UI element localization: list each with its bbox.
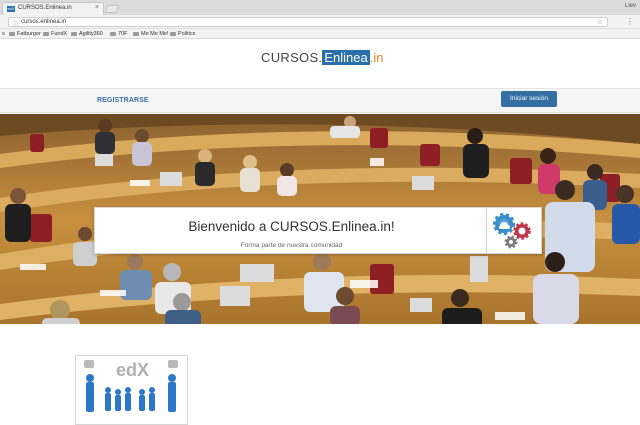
grey-gear-icon [504,235,518,249]
logo-text-in: .in [369,50,384,65]
welcome-box: Bienvenido a CURSOS.Enlinea.in! Forma pa… [94,207,487,254]
site-navbar: REGISTRARSE Iniciar sesión [0,88,640,113]
blue-gear-icon [493,213,515,235]
bookmarks-bar: s Fatburger FundX Agility360 70F Me Me M… [0,29,640,39]
bookmark-agility360[interactable]: Agility360 [71,30,103,38]
folder-icon [170,31,176,36]
bookmark-politics[interactable]: Politics [170,30,195,38]
info-icon[interactable]: ⓘ [12,19,18,28]
folder-icon [71,31,77,36]
new-tab-button[interactable] [104,5,120,13]
register-link[interactable]: REGISTRARSE [97,97,149,104]
gears-graphic [487,207,542,254]
close-tab-icon[interactable]: × [95,4,99,11]
folder-icon [43,31,49,36]
bookmark-fundx[interactable]: FundX [43,30,67,38]
bookmark-star-icon[interactable]: ☆ [597,18,603,26]
profile-name[interactable]: Liev [625,3,636,9]
tab-title: CURSOS.Enlinea.in [18,5,72,11]
bookmark-partial[interactable]: s [2,30,5,38]
browser-toolbar: ⓘ cursos.enlinea.in ☆ ⋮ [0,15,640,29]
url-text[interactable]: cursos.enlinea.in [21,19,66,25]
edx-logo-text: edX [116,360,149,380]
logo-text-cursos: CURSOS. [261,50,323,65]
browser-tab[interactable]: edX CURSOS.Enlinea.in × [2,2,104,15]
bookmark-fatburger[interactable]: Fatburger [9,30,41,38]
red-gear-icon [513,222,531,240]
edx-favicon-icon: edX [7,6,15,12]
bookmark-me-me-me[interactable]: Me Me Me! [133,30,169,38]
site-logo[interactable]: CURSOS. Enlinea .in [261,49,383,67]
welcome-subtitle: Forma parte de nuestra comunidad [240,242,343,249]
bookmark-70f[interactable]: 70F [110,30,127,38]
logo-text-enlinea: Enlinea [322,50,370,65]
welcome-title: Bienvenido a CURSOS.Enlinea.in! [188,219,395,234]
edx-community-image: edX [76,356,187,424]
folder-icon [110,31,116,36]
folder-icon [133,31,139,36]
login-button[interactable]: Iniciar sesión [501,91,557,107]
browser-tabstrip: edX CURSOS.Enlinea.in × Liev [0,0,640,15]
folder-icon [9,31,15,36]
course-card-edx[interactable]: edX [75,355,188,425]
browser-menu-icon[interactable]: ⋮ [626,17,634,26]
address-bar[interactable]: ⓘ cursos.enlinea.in ☆ [8,17,608,28]
